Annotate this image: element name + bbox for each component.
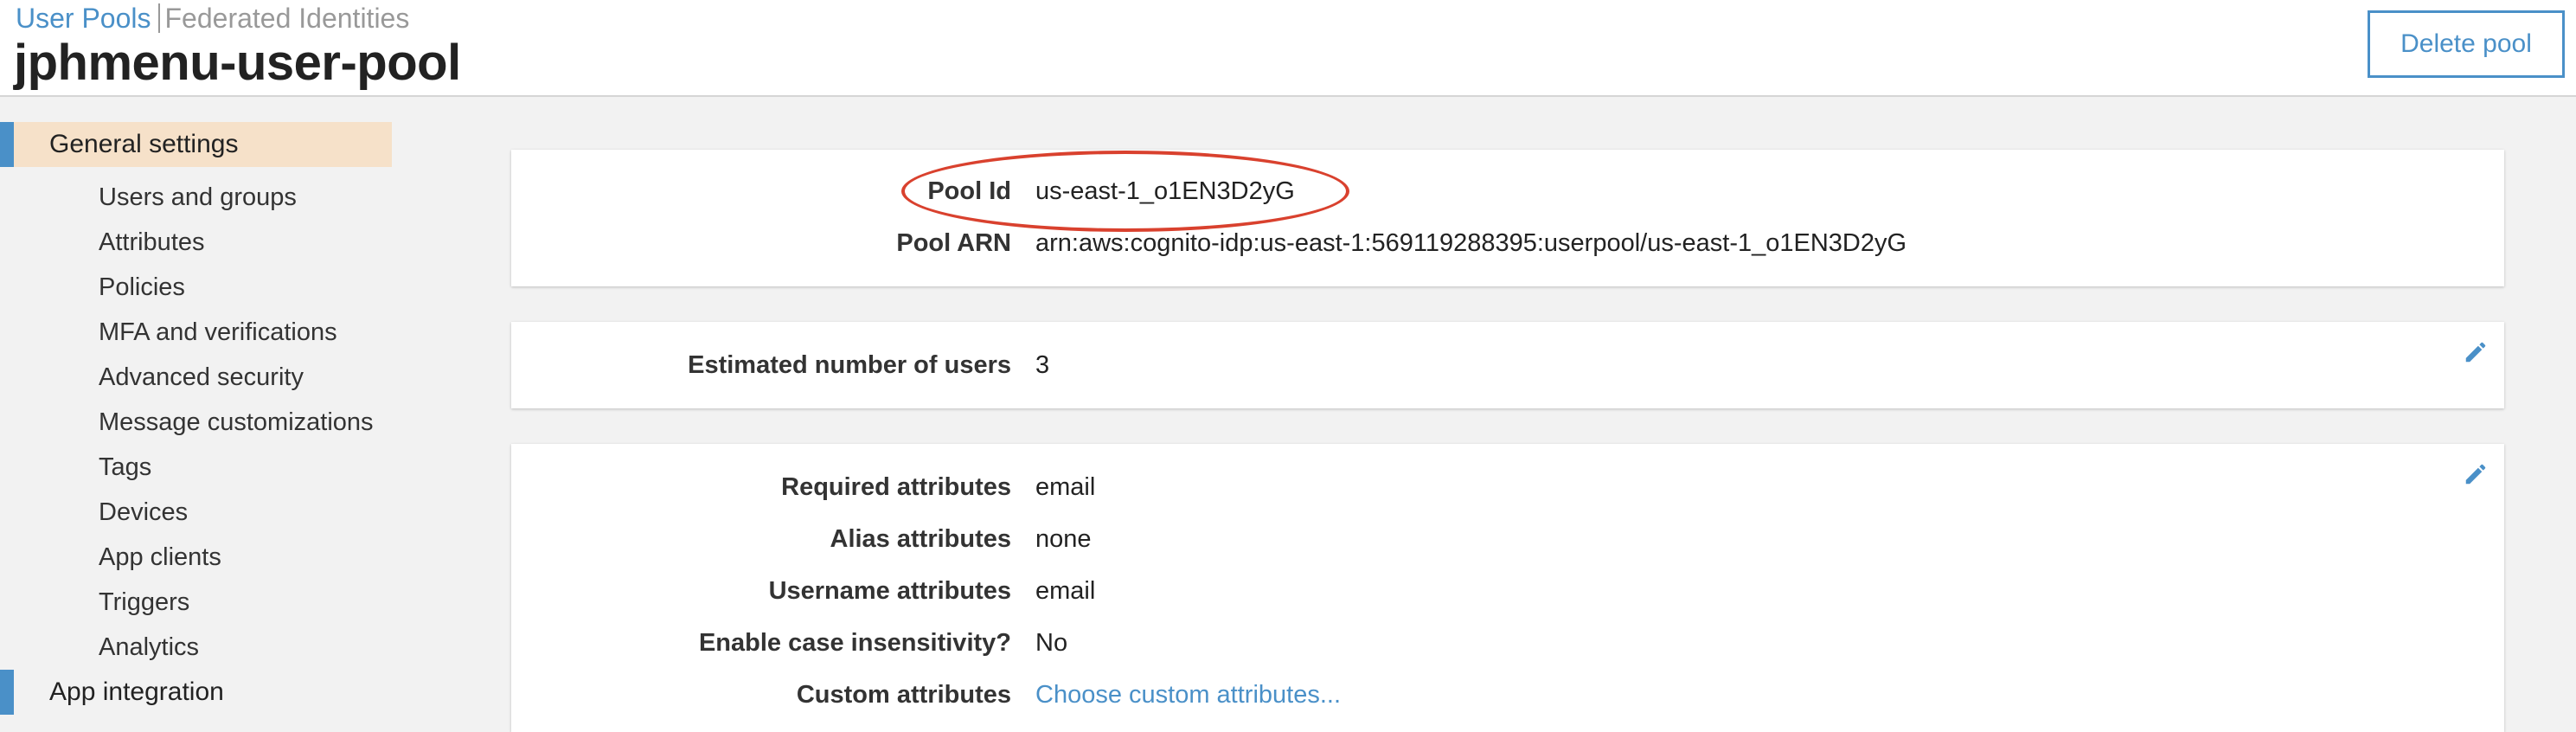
sidebar-section-general-settings[interactable]: General settings (0, 122, 392, 167)
sidebar-item-analytics[interactable]: Analytics (99, 630, 199, 665)
choose-custom-attributes-link[interactable]: Choose custom attributes... (1035, 676, 1341, 714)
page-title: jphmenu-user-pool (14, 35, 461, 91)
users-count-panel: Estimated number of users 3 (511, 322, 2504, 408)
alias-attributes-value: none (1035, 525, 1092, 553)
pencil-icon[interactable] (2463, 461, 2489, 487)
attribute-row: Alias attributes none (511, 520, 2504, 558)
sidebar-item-advanced-security[interactable]: Advanced security (99, 360, 304, 395)
sidebar-section-app-integration[interactable]: App integration (0, 670, 392, 715)
case-insensitivity-label: Enable case insensitivity? (698, 629, 1011, 657)
pool-id-value: us-east-1_o1EN3D2yG (1035, 177, 1295, 205)
sidebar-item-users-and-groups[interactable]: Users and groups (99, 180, 297, 215)
sidebar-item-tags[interactable]: Tags (99, 450, 151, 485)
case-insensitivity-value: No (1035, 629, 1068, 657)
sidebar: General settings Users and groups Attrib… (0, 97, 415, 732)
username-attributes-value: email (1035, 577, 1096, 605)
required-attributes-value: email (1035, 473, 1096, 501)
section-indicator (0, 670, 14, 715)
estimated-users-label: Estimated number of users (688, 351, 1011, 379)
sidebar-section-label: General settings (49, 130, 239, 158)
breadcrumb: User Pools Federated Identities (16, 0, 409, 36)
alias-attributes-label: Alias attributes (830, 525, 1012, 553)
attributes-panel: Required attributes email Alias attribut… (511, 444, 2504, 732)
attribute-row: Custom attributes Choose custom attribut… (511, 676, 2504, 714)
attribute-row: Enable case insensitivity? No (511, 624, 2504, 662)
sidebar-item-attributes[interactable]: Attributes (99, 225, 205, 260)
user-pools-link[interactable]: User Pools (16, 3, 151, 34)
pool-arn-row: Pool ARN arn:aws:cognito-idp:us-east-1:5… (511, 224, 2504, 262)
pool-id-row: Pool Id us-east-1_o1EN3D2yG (511, 172, 2504, 210)
sidebar-section-label: App integration (49, 677, 224, 706)
pool-arn-value: arn:aws:cognito-idp:us-east-1:5691192883… (1035, 229, 1907, 257)
estimated-users-value: 3 (1035, 351, 1050, 379)
estimated-users-row: Estimated number of users 3 (511, 346, 2504, 384)
federated-identities-link[interactable]: Federated Identities (165, 3, 410, 34)
pool-arn-label: Pool ARN (896, 229, 1011, 257)
username-attributes-label: Username attributes (768, 577, 1011, 605)
sidebar-item-triggers[interactable]: Triggers (99, 585, 189, 620)
sidebar-item-devices[interactable]: Devices (99, 495, 188, 530)
breadcrumb-divider (157, 3, 160, 33)
required-attributes-label: Required attributes (781, 473, 1011, 501)
page-header: User Pools Federated Identities jphmenu-u… (0, 0, 2576, 97)
sidebar-item-policies[interactable]: Policies (99, 270, 185, 305)
pencil-icon[interactable] (2463, 339, 2489, 365)
active-indicator (0, 122, 14, 167)
attribute-row: Username attributes email (511, 572, 2504, 610)
pool-info-panel: Pool Id us-east-1_o1EN3D2yG Pool ARN arn… (511, 150, 2504, 286)
attribute-row: Required attributes email (511, 468, 2504, 506)
sidebar-item-mfa-and-verifications[interactable]: MFA and verifications (99, 315, 337, 350)
sidebar-item-message-customizations[interactable]: Message customizations (99, 405, 374, 440)
pool-id-label: Pool Id (927, 177, 1011, 205)
sidebar-item-app-clients[interactable]: App clients (99, 540, 221, 575)
delete-pool-button[interactable]: Delete pool (2368, 10, 2565, 78)
custom-attributes-label: Custom attributes (796, 681, 1011, 709)
